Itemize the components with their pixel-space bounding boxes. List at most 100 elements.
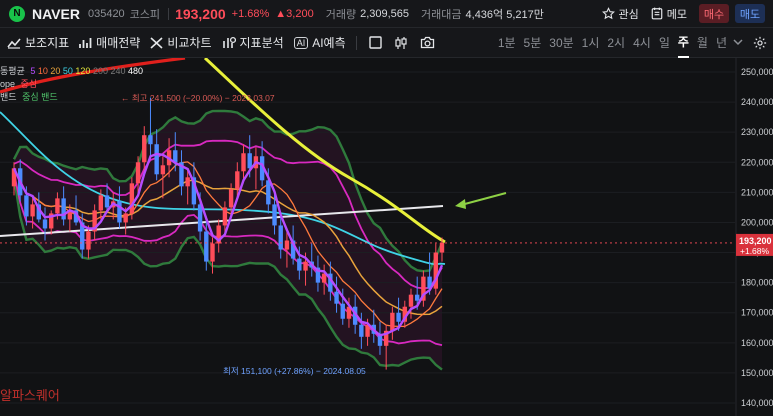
strategy-icon: [79, 37, 92, 48]
y-axis-tick-label: 160,000: [741, 338, 773, 348]
candle-body: [266, 180, 271, 205]
chart-toolbar: 보조지표 매매전략 비교차트 지표분석 AI AI예측 1분 5분 30분 1시…: [0, 28, 773, 58]
strategy-button[interactable]: 매매전략: [79, 34, 140, 51]
analysis-icon: [222, 36, 236, 48]
candle-body: [272, 204, 277, 226]
strategy-label: 매매전략: [96, 36, 141, 50]
y-axis-tick-label: 200,000: [741, 217, 773, 227]
line-chart-icon: [7, 37, 21, 49]
indicators-button[interactable]: 보조지표: [7, 34, 69, 51]
candle-body: [42, 219, 48, 229]
ai-predict-button[interactable]: AI AI예측: [293, 34, 346, 51]
ai-badge-icon: AI: [293, 36, 309, 49]
logo-letter: N: [13, 8, 21, 19]
legend-envelope-text: 중심: [20, 79, 38, 89]
candle-body: [228, 189, 234, 208]
period-more-button[interactable]: [733, 28, 743, 58]
tab-period-4hour[interactable]: 4시: [633, 28, 651, 58]
ai-predict-label: AI예측: [312, 36, 346, 50]
legend-ma-periods: 5 10 20 50 120 200 240 480: [30, 66, 143, 76]
compare-button[interactable]: 비교차트: [150, 34, 212, 51]
square-icon: [368, 36, 382, 49]
candle-body: [98, 195, 104, 211]
sell-button[interactable]: 매도: [735, 4, 765, 23]
candle-body: [55, 198, 60, 214]
tab-period-30min[interactable]: 30분: [549, 28, 573, 58]
memo-label: 메모: [666, 8, 687, 21]
tab-period-1hour[interactable]: 1시: [582, 28, 600, 58]
candle-body: [241, 153, 246, 172]
y-axis-tick-label: 150,000: [741, 368, 773, 378]
candle-body: [160, 165, 166, 175]
legend-ma-period: 200: [92, 66, 111, 76]
volume-value: 2,309,565: [360, 7, 410, 20]
legend-band-label: 밴드: [0, 92, 17, 102]
candle-body: [303, 261, 308, 271]
tab-period-5min[interactable]: 5분: [524, 28, 542, 58]
candle-body: [197, 204, 203, 232]
analysis-button[interactable]: 지표분석: [222, 34, 284, 51]
header-actions: 관심 메모 매수 매도: [590, 4, 765, 23]
legend-ma-period: 120: [75, 66, 93, 76]
memo-icon: [651, 7, 663, 20]
current-price: 193,200: [175, 5, 226, 22]
legend-ma-period: 240: [110, 66, 129, 76]
amount-label: 거래대금: [421, 8, 462, 21]
price-tag-percent: +1.68%: [740, 246, 770, 256]
tab-period-2hour[interactable]: 2시: [607, 28, 625, 58]
candle-body: [408, 294, 414, 307]
y-axis-tick-label: 250,000: [741, 67, 773, 77]
stock-name: NAVER: [32, 5, 80, 22]
legend-envelope-label: ope: [0, 79, 16, 89]
price-chart[interactable]: ← 최고 241,500 (−20.00%) − 2023.03.07 최저 15…: [0, 58, 773, 416]
legend-moving-average[interactable]: 동평균 5 10 20 50 120 200 240 480: [0, 65, 143, 78]
memo-button[interactable]: 메모: [651, 6, 687, 22]
candle-body: [142, 135, 147, 163]
tab-period-month[interactable]: 월: [697, 28, 708, 58]
candle-body: [204, 231, 209, 262]
star-icon: [601, 7, 615, 20]
legend-ma-period: 50: [62, 66, 76, 76]
tab-period-1min[interactable]: 1분: [498, 28, 516, 58]
chart-canvas[interactable]: ← 최고 241,500 (−20.00%) − 2023.03.07 최저 15…: [0, 58, 773, 416]
candlestick-icon: [395, 36, 407, 49]
y-axis-tick-label: 180,000: [741, 278, 773, 288]
interest-label: 관심: [618, 8, 639, 21]
indicator-legend: 동평균 5 10 20 50 120 200 240 480 ope 중심 밴드…: [0, 65, 143, 104]
legend-ma-period: 480: [128, 66, 144, 76]
candle-body: [439, 242, 445, 253]
indicators-label: 보조지표: [25, 36, 70, 50]
candle-type-button[interactable]: [394, 36, 408, 50]
legend-ma-label: 동평균: [0, 66, 25, 76]
candle-body: [154, 144, 159, 175]
tab-period-day[interactable]: 일: [659, 28, 670, 58]
period-tabs: 1분 5분 30분 1시 2시 4시 일 주 월 년: [490, 28, 743, 58]
legend-band-text: 중심 밴드: [22, 92, 58, 102]
candle-body: [123, 213, 128, 223]
interest-button[interactable]: 관심: [601, 6, 639, 22]
legend-envelope[interactable]: ope 중심: [0, 78, 143, 91]
candle-body: [148, 135, 153, 145]
chart-settings-button[interactable]: [753, 36, 767, 55]
select-box-button[interactable]: [368, 36, 382, 49]
amount-value: 4,436억 5,217만: [465, 8, 544, 21]
candle-body: [210, 243, 215, 262]
volume-label: 거래량: [325, 8, 357, 21]
compare-label: 비교차트: [167, 36, 212, 50]
buy-button[interactable]: 매수: [699, 4, 729, 23]
analysis-label: 지표분석: [239, 36, 284, 50]
candle-body: [414, 294, 420, 301]
candle-body: [334, 291, 339, 304]
low-annotation: 최저 151,100 (+27.86%) − 2024.08.05: [223, 366, 366, 376]
high-annotation: ← 최고 241,500 (−20.00%) − 2023.03.07: [121, 93, 275, 103]
market-name: 코스피: [129, 8, 161, 21]
header-divider: [168, 7, 170, 20]
candle-body: [297, 258, 302, 271]
candle-body: [135, 162, 141, 184]
y-axis-tick-label: 230,000: [741, 127, 773, 137]
candle-body: [104, 195, 110, 208]
legend-band[interactable]: 밴드 중심 밴드: [0, 91, 143, 104]
screenshot-button[interactable]: [420, 36, 435, 49]
tab-period-week[interactable]: 주: [677, 28, 689, 58]
tab-period-year[interactable]: 년: [716, 28, 727, 58]
